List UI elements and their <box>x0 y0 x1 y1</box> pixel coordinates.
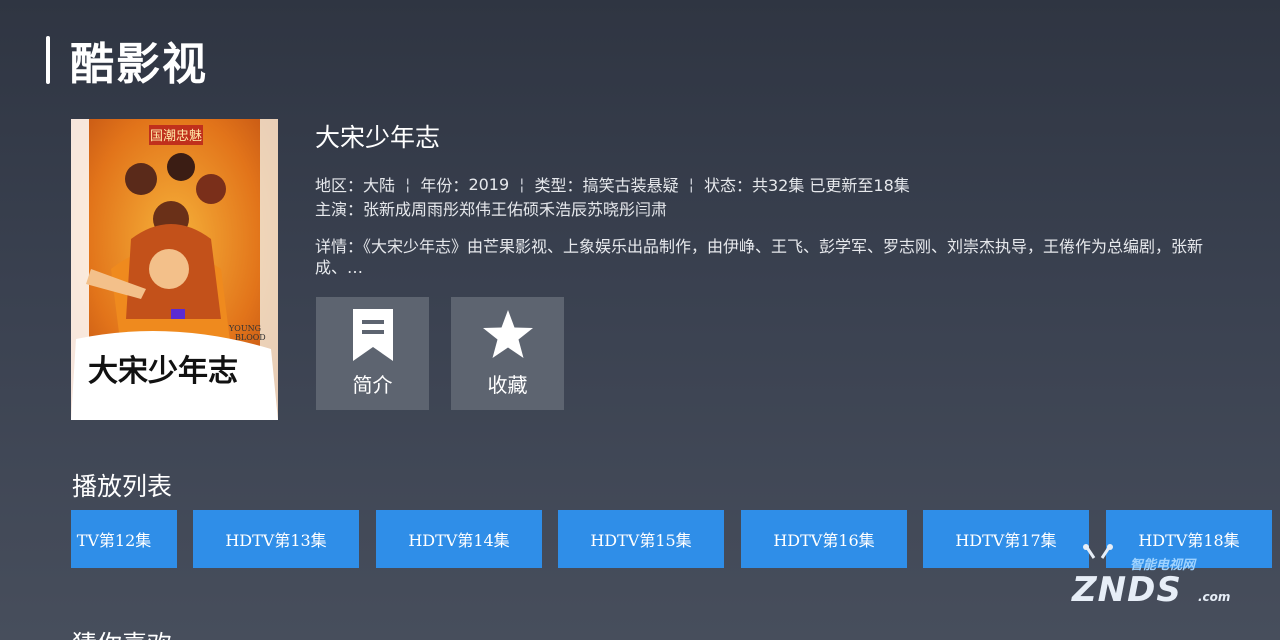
playlist-title: 播放列表 <box>72 472 173 501</box>
meta-genre-value: 搞笑古装悬疑 <box>582 176 679 195</box>
meta-genre-label: 类型： <box>534 176 583 195</box>
detail-label: 详情： <box>315 237 364 256</box>
show-detail: 详情：《大宋少年志》由芒果影视、上象娱乐出品制作，由伊峥、王飞、彭学军、罗志刚、… <box>315 236 1225 278</box>
meta-region-label: 地区： <box>315 176 364 195</box>
episode-button[interactable]: HDTV第14集 <box>376 510 542 568</box>
detail-text: 《大宋少年志》由芒果影视、上象娱乐出品制作，由伊峥、王飞、彭学军、罗志刚、刘崇杰… <box>315 237 1204 277</box>
poster-english-line2: BLOOD <box>235 333 266 342</box>
meta-separator: ¦ <box>688 174 694 194</box>
show-meta-row: 地区： 大陆 ¦ 年份： 2019 ¦ 类型： 搞笑古装悬疑 ¦ 状态： 共32… <box>315 172 910 196</box>
meta-status-label: 状态： <box>703 176 752 195</box>
show-title: 大宋少年志 <box>315 123 441 152</box>
znds-watermark: 智能电视网 ZNDS .com <box>1068 540 1238 610</box>
meta-separator: ¦ <box>405 174 411 194</box>
recommend-title: 猜你喜欢 <box>72 625 172 640</box>
star-icon <box>482 309 534 361</box>
episode-label: HDTV第17集 <box>955 531 1057 550</box>
logo-bar <box>46 36 50 84</box>
episode-label: TV第12集 <box>76 531 152 550</box>
poster-calligraphy-title: 大宋少年志 <box>88 354 238 389</box>
cast-label: 主演： <box>315 200 364 219</box>
intro-button[interactable]: 简介 <box>316 297 429 410</box>
poster-banner-text: 国潮忠魅 <box>150 129 202 144</box>
episode-label: HDTV第14集 <box>408 531 510 550</box>
favorite-button[interactable]: 收藏 <box>451 297 564 410</box>
episode-button[interactable]: HDTV第16集 <box>741 510 907 568</box>
cast-names: 张新成周雨彤郑伟王佑硕禾浩辰苏晓彤闫肃 <box>363 200 668 219</box>
meta-region-value: 大陆 <box>363 176 396 195</box>
poster-english-line1: YOUNG <box>228 324 261 333</box>
episode-button[interactable]: TV第12集 <box>71 510 177 568</box>
favorite-button-label: 收藏 <box>487 373 528 397</box>
episode-label: HDTV第15集 <box>590 531 692 550</box>
episode-label: HDTV第16集 <box>773 531 875 550</box>
episode-button[interactable]: HDTV第17集 <box>923 510 1089 568</box>
show-poster: 国潮忠魅 大宋少年志 YOUNG BLOOD <box>71 119 278 420</box>
meta-status-value: 共32集 已更新至18集 <box>751 176 910 195</box>
watermark-domain: .com <box>1198 590 1231 604</box>
app-logo-text: 酷影视 <box>70 39 208 90</box>
meta-year-value: 2019 <box>468 174 510 194</box>
bookmark-icon <box>347 309 399 361</box>
episode-button[interactable]: HDTV第15集 <box>558 510 724 568</box>
intro-button-label: 简介 <box>352 373 393 397</box>
poster-artwork: 国潮忠魅 大宋少年志 YOUNG BLOOD <box>71 119 278 420</box>
episode-label: HDTV第13集 <box>225 531 327 550</box>
meta-year-label: 年份： <box>420 176 469 195</box>
meta-separator: ¦ <box>519 174 525 194</box>
app-logo: 酷影视 <box>46 32 208 90</box>
show-cast: 主演：张新成周雨彤郑伟王佑硕禾浩辰苏晓彤闫肃 <box>315 196 667 220</box>
episode-button[interactable]: HDTV第13集 <box>193 510 359 568</box>
watermark-brand: ZNDS <box>1072 570 1182 610</box>
